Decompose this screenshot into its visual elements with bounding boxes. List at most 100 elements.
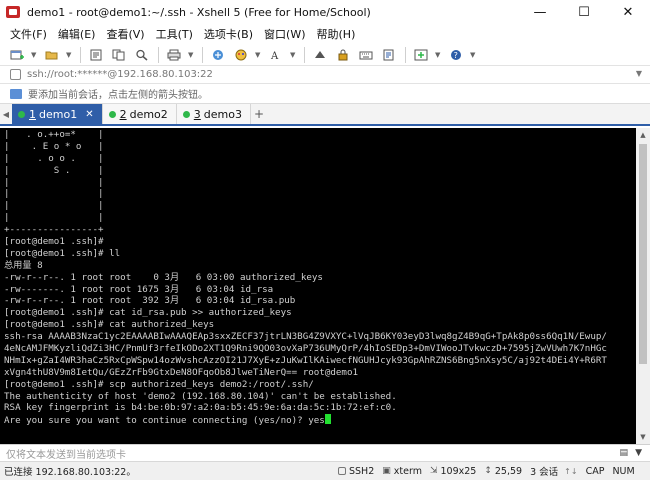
cursor-position-label: 25,59 [494, 465, 523, 477]
help-dropdown-icon[interactable]: ▼ [470, 51, 476, 59]
compose-dropdown-icon[interactable]: ▼ [635, 448, 642, 458]
svg-text:A: A [270, 51, 279, 61]
svg-text:?: ? [453, 51, 457, 60]
terminal-line: 总用量 8 [4, 259, 43, 271]
compose-input[interactable]: 仅将文本发送到当前选项卡 [6, 446, 126, 461]
terminal-line: | S . | [4, 164, 104, 176]
script-icon[interactable] [380, 47, 397, 63]
terminal-size-status: ⇲ 109x25 [430, 466, 476, 477]
terminal-cursor [324, 414, 331, 425]
status-bar: 已连接 192.168.80.103:22。 SSH2 ▣ xterm ⇲ 10… [0, 461, 650, 480]
terminal-line: ssh-rsa AAAAB3NzaC1yc2EAAAABIwAAAQEAp3sx… [4, 331, 607, 343]
tab-number: 1 [29, 107, 36, 121]
new-session-dropdown-icon[interactable]: ▼ [31, 51, 37, 59]
cursor-position-status: ↕ 25,59 [484, 466, 522, 477]
terminal-output[interactable]: | . o.++o=* | | . E o * o | | . o o . | … [0, 128, 636, 444]
menu-view[interactable]: 查看(V) [106, 26, 144, 42]
lock-icon [338, 467, 346, 475]
help-icon[interactable]: ? [447, 47, 464, 63]
address-dropdown-icon[interactable]: ▼ [636, 69, 642, 78]
address-bar[interactable]: ssh://root:******@192.168.80.103:22 ▼ [0, 66, 650, 84]
terminal-line: [root@demo1 .ssh]# scp authorized_keys d… [4, 378, 314, 390]
print-icon[interactable] [165, 47, 182, 63]
terminal-line: [root@demo1 .ssh]# cat authorized_keys [4, 319, 215, 331]
window-controls: — ☐ ✕ [518, 0, 650, 24]
maximize-button[interactable]: ☐ [562, 0, 606, 24]
open-folder-icon[interactable] [43, 47, 60, 63]
terminal-type-status: ▣ xterm [382, 466, 422, 477]
terminal-line: xVgn4thU8V9m8IetQu/GEzZrFb9GtxDeN8OFqoOb… [4, 366, 359, 378]
minimize-button[interactable]: — [518, 0, 562, 24]
font-dropdown-icon[interactable]: ▼ [290, 51, 296, 59]
window-title: demo1 - root@demo1:~/.ssh - Xshell 5 (Fr… [27, 5, 371, 19]
tab-number: 2 [119, 107, 127, 121]
close-button[interactable]: ✕ [606, 0, 650, 24]
add-icon[interactable] [412, 47, 429, 63]
menu-tools[interactable]: 工具(T) [156, 26, 193, 42]
hint-text: 要添加当前会话，点击左侧的箭头按钮。 [28, 90, 208, 101]
menu-help[interactable]: 帮助(H) [317, 26, 356, 42]
caps-lock-status: CAP [585, 465, 605, 477]
address-input[interactable]: ssh://root:******@192.168.80.103:22 [27, 69, 213, 80]
toolbar-divider [158, 46, 159, 63]
terminal-line: | . o o . | [4, 152, 104, 164]
keyboard-icon[interactable] [357, 47, 374, 63]
scrollbar-thumb[interactable] [639, 144, 647, 364]
new-tab-button[interactable]: + [251, 104, 267, 124]
num-lock-status: NUM [612, 465, 635, 477]
copy-icon[interactable] [110, 47, 127, 63]
menu-window[interactable]: 窗口(W) [264, 26, 305, 42]
print-dropdown-icon[interactable]: ▼ [188, 51, 194, 59]
toolbar-divider [202, 46, 203, 63]
tab-close-icon[interactable]: ✕ [85, 109, 93, 120]
compose-menu-icon[interactable]: ▤ [619, 448, 628, 458]
connected-status-icon [108, 110, 116, 118]
xshell-app-icon[interactable] [6, 6, 20, 18]
color-dropdown-icon[interactable]: ▼ [255, 51, 261, 59]
tab-demo3[interactable]: 3 demo3 [176, 104, 251, 124]
scroll-down-icon[interactable]: ▼ [636, 430, 650, 444]
terminal-line: [root@demo1 .ssh]# cat id_rsa.pub >> aut… [4, 307, 292, 319]
protocol-status: SSH2 [338, 466, 374, 477]
session-count-label: 3 会话 [530, 467, 559, 478]
xftp-icon[interactable] [311, 47, 328, 63]
color-icon[interactable] [232, 47, 249, 63]
search-icon[interactable] [133, 47, 150, 63]
terminal-scrollbar[interactable]: ▲ ▼ [636, 128, 650, 444]
menu-tabs[interactable]: 选项卡(B) [204, 26, 253, 42]
open-dropdown-icon[interactable]: ▼ [66, 51, 72, 59]
properties-icon[interactable] [87, 47, 104, 63]
tab-label: demo2 [129, 107, 168, 121]
tab-scroll-left-icon[interactable]: ◀ [0, 104, 12, 124]
font-icon[interactable]: A [267, 47, 284, 63]
hint-bar: 要添加当前会话，点击左侧的箭头按钮。 [0, 84, 650, 104]
terminal-line: | | [4, 212, 104, 224]
terminal-line: | | [4, 176, 104, 188]
menu-file[interactable]: 文件(F) [10, 26, 47, 42]
tab-demo2[interactable]: 2 demo2 [102, 104, 177, 124]
tab-number: 3 [193, 107, 201, 121]
terminal-line: [root@demo1 .ssh]# [4, 236, 104, 248]
terminal-line: -rw-r--r--. 1 root root 392 3月 6 03:04 i… [4, 295, 296, 307]
terminal-icon: ▣ [382, 466, 391, 476]
menu-edit[interactable]: 编辑(E) [58, 26, 96, 42]
toolbar-divider [80, 46, 81, 63]
terminal-line: RSA key fingerprint is b4:be:0b:97:a2:0a… [4, 402, 397, 414]
lock-icon[interactable] [334, 47, 351, 63]
terminal-line: | . E o * o | [4, 140, 104, 152]
compose-bar[interactable]: 仅将文本发送到当前选项卡 ▤ ▼ [0, 444, 650, 461]
terminal-prompt-line: Are you sure you want to continue connec… [4, 414, 636, 426]
arrow-bookmark-icon[interactable] [10, 88, 22, 99]
tab-label: demo1 [39, 107, 78, 121]
terminal-line: [root@demo1 .ssh]# ll [4, 247, 121, 259]
new-session-icon[interactable] [8, 47, 25, 63]
session-arrows-icon[interactable]: ↑↓ [564, 467, 577, 476]
tab-demo1[interactable]: 1 demo1 ✕ [12, 104, 103, 124]
transfer-icon[interactable] [209, 47, 226, 63]
scroll-up-icon[interactable]: ▲ [636, 128, 650, 142]
session-address-icon [10, 69, 21, 80]
toolbar-divider [405, 46, 406, 63]
terminal-line: -rw-------. 1 root root 1675 3月 6 03:04 … [4, 283, 274, 295]
menu-bar: 文件(F) 编辑(E) 查看(V) 工具(T) 选项卡(B) 窗口(W) 帮助(… [0, 24, 650, 44]
add-dropdown-icon[interactable]: ▼ [435, 51, 441, 59]
